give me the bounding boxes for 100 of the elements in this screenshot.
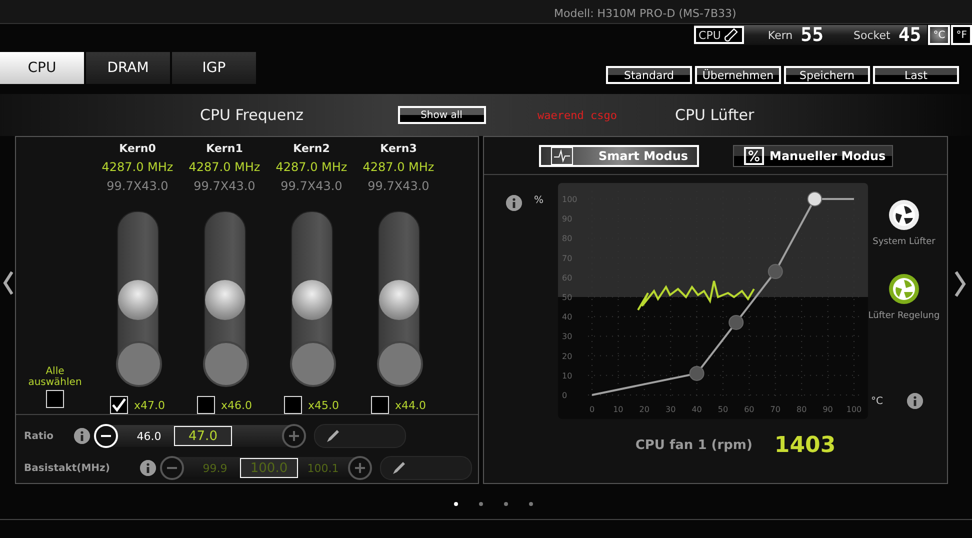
pencil-icon	[391, 460, 407, 476]
x-tick-label: 0	[589, 405, 595, 414]
core-slider[interactable]	[290, 211, 332, 386]
core-ratio-text: 99.7X43.0	[280, 179, 342, 193]
percent-icon	[744, 147, 764, 165]
cpu-temperature-label: CPU	[694, 26, 744, 44]
page-dot[interactable]	[478, 502, 482, 506]
select-all-label: Alle auswählen	[27, 366, 83, 388]
core-name: Kern2	[293, 142, 330, 155]
slider-thumb[interactable]	[204, 280, 244, 320]
increase-button[interactable]	[282, 424, 306, 448]
fan-speed-value: 1403	[774, 433, 836, 458]
action-button[interactable]: Last	[873, 66, 959, 84]
x-tick-label: 70	[770, 405, 780, 414]
chevron-left-icon[interactable]	[3, 271, 13, 295]
panel-title: CPU Lüfter	[675, 106, 754, 124]
x-tick-label: 60	[744, 405, 754, 414]
curve-point[interactable]	[689, 366, 704, 381]
core-frequency: 4287.0 MHz	[102, 160, 174, 174]
motherboard-model: Modell: H310M PRO-D (MS-7B33)	[554, 7, 736, 22]
curve-point[interactable]	[768, 264, 783, 280]
core-multiplier: x44.0	[394, 398, 426, 412]
core-checkbox[interactable]	[110, 396, 128, 414]
mode-button[interactable]: Manueller Modus	[732, 145, 892, 167]
core-multiplier: x45.0	[308, 398, 339, 412]
tab[interactable]: IGP	[172, 52, 256, 84]
y-tick-label: 10	[562, 371, 572, 380]
core-frequency: 4287.0 MHz	[276, 160, 348, 174]
thermometer-icon	[722, 27, 739, 43]
show-all-button[interactable]: Show all	[398, 106, 486, 124]
axis-unit: %	[534, 195, 544, 206]
core-temperature-label: Kern	[768, 28, 793, 42]
pencil-icon	[325, 428, 341, 444]
slider-thumb[interactable]	[378, 280, 418, 320]
curve-point[interactable]	[807, 192, 822, 206]
core-multiplier: x47.0	[134, 398, 165, 412]
fan-icon[interactable]	[888, 273, 920, 305]
axis-unit: °C	[871, 396, 883, 406]
page-dot[interactable]	[454, 502, 458, 506]
socket-temperature-reading: 45	[898, 24, 922, 46]
unit-toggle[interactable]: °F	[951, 25, 972, 45]
setting-value[interactable]: 47.0	[174, 426, 232, 446]
info-icon[interactable]	[506, 195, 522, 211]
y-tick-label: 100	[562, 195, 578, 204]
curve-point[interactable]	[728, 314, 744, 330]
x-tick-label: 100	[846, 405, 862, 414]
select-all-checkbox[interactable]	[46, 390, 64, 408]
core-slider[interactable]	[204, 211, 246, 386]
previous-value: 99.9	[202, 462, 228, 474]
page-dot[interactable]	[528, 502, 532, 506]
y-tick-label: 40	[562, 312, 572, 322]
x-tick-label: 30	[666, 405, 676, 414]
core-name: Kern3	[380, 142, 417, 155]
slider-thumb[interactable]	[292, 280, 332, 320]
core-frequency: 4287.0 MHz	[362, 160, 434, 174]
y-tick-label: 50	[562, 293, 572, 302]
y-tick-label: 90	[562, 214, 572, 224]
x-tick-label: 90	[822, 405, 833, 414]
mode-button[interactable]: Smart Modus	[538, 145, 698, 167]
page-dot[interactable]	[504, 502, 508, 506]
x-tick-label: 20	[639, 405, 650, 414]
next-value: 100.1	[306, 462, 340, 474]
core-ratio-text: 99.7X43.0	[106, 179, 168, 193]
core-ratio-text: 99.7X43.0	[194, 179, 256, 193]
tab[interactable]: DRAM	[86, 52, 170, 84]
fan-icon[interactable]	[888, 199, 920, 231]
previous-value: 46.0	[136, 430, 162, 442]
y-tick-label: 30	[562, 332, 572, 342]
info-icon[interactable]	[140, 460, 156, 476]
y-tick-label: 60	[562, 273, 572, 282]
panel-title: CPU Frequenz	[200, 106, 304, 124]
tab[interactable]: CPU	[0, 52, 84, 84]
y-tick-label: 80	[562, 234, 572, 244]
edit-field[interactable]	[380, 456, 472, 480]
plus-icon	[354, 462, 366, 474]
action-button[interactable]: Speichern	[784, 66, 870, 84]
action-button[interactable]: Standard	[606, 66, 692, 84]
action-button[interactable]: Übernehmen	[695, 66, 781, 84]
core-multiplier: x46.0	[220, 398, 252, 412]
edit-field[interactable]	[314, 424, 406, 448]
annotation-text: waerend csgo	[538, 108, 617, 122]
y-tick-label: 0	[562, 391, 568, 400]
socket-temperature-label: Socket	[854, 28, 890, 42]
fan-speed-label: CPU fan 1 (rpm)	[635, 438, 752, 453]
core-slider[interactable]	[116, 211, 158, 386]
info-icon[interactable]	[906, 393, 923, 409]
core-checkbox[interactable]	[196, 396, 215, 414]
core-temperature-reading: 55	[800, 24, 824, 46]
slider-thumb[interactable]	[118, 280, 158, 320]
info-icon[interactable]	[74, 428, 90, 444]
chevron-right-icon[interactable]	[954, 271, 966, 297]
setting-label: Basistakt(MHz)	[24, 462, 111, 474]
x-tick-label: 80	[796, 405, 807, 414]
core-name: Kern1	[206, 142, 243, 155]
core-frequency: 4287.0 MHz	[188, 160, 260, 174]
core-checkbox[interactable]	[284, 396, 302, 414]
unit-toggle[interactable]: °C	[928, 25, 950, 45]
core-checkbox[interactable]	[370, 396, 389, 414]
core-slider[interactable]	[378, 211, 420, 386]
x-tick-label: 50	[718, 405, 728, 414]
